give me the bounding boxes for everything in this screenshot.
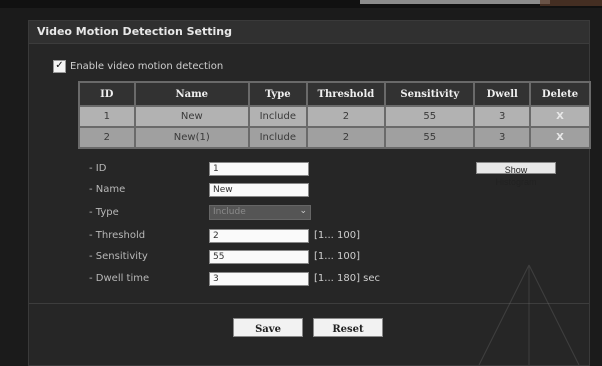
column-header-type: Type <box>247 81 308 107</box>
threshold-field[interactable]: 2 <box>209 229 309 243</box>
id-label: - ID <box>89 163 107 174</box>
show-histogram-button[interactable]: Show Histogram <box>476 162 556 187</box>
name-field[interactable]: New <box>209 183 309 197</box>
threshold-label: - Threshold <box>89 230 146 241</box>
cell-dwell[interactable]: 3 <box>473 105 532 128</box>
type-select[interactable]: Include ⌄ <box>209 205 311 220</box>
cell-id[interactable]: 1 <box>78 105 136 128</box>
table-header-row: ID Name Type Threshold Sensitivity Dwell… <box>78 81 591 107</box>
threshold-range-hint: [1... 100] <box>314 230 360 241</box>
cell-threshold[interactable]: 2 <box>305 105 387 128</box>
cell-id[interactable]: 2 <box>78 126 136 149</box>
cell-sensitivity[interactable]: 55 <box>384 105 476 128</box>
save-button[interactable]: Save <box>233 318 303 337</box>
cell-name[interactable]: New(1) <box>133 126 250 149</box>
preview-edge-right <box>540 0 602 6</box>
dwell-time-range-hint: [1... 180] sec <box>314 273 381 284</box>
cell-sensitivity[interactable]: 55 <box>384 126 476 149</box>
cell-type[interactable]: Include <box>247 105 308 128</box>
preview-edge <box>360 0 550 4</box>
motion-zones-table: ID Name Type Threshold Sensitivity Dwell… <box>78 81 591 149</box>
id-field[interactable]: 1 <box>209 162 309 176</box>
cell-dwell[interactable]: 3 <box>473 126 532 149</box>
enable-motion-detection-label: Enable video motion detection <box>70 60 224 72</box>
background-decoration <box>478 264 580 365</box>
type-label: - Type <box>89 207 119 218</box>
column-header-sensitivity: Sensitivity <box>384 81 476 107</box>
panel-title: Video Motion Detection Setting <box>37 25 233 38</box>
cell-name[interactable]: New <box>133 105 250 128</box>
cell-threshold[interactable]: 2 <box>305 126 387 149</box>
video-preview-strip <box>0 0 602 8</box>
sensitivity-label: - Sensitivity <box>89 251 148 262</box>
chevron-down-icon: ⌄ <box>299 206 307 216</box>
dwell-time-label: - Dwell time <box>89 273 150 284</box>
column-header-name: Name <box>133 81 250 107</box>
column-header-threshold: Threshold <box>305 81 387 107</box>
column-header-delete: Delete <box>529 81 591 107</box>
table-row[interactable]: 2 New(1) Include 2 55 3 X <box>78 126 591 149</box>
motion-detection-panel: Video Motion Detection Setting ✓ Enable … <box>28 20 591 366</box>
sensitivity-field[interactable]: 55 <box>209 250 309 264</box>
sensitivity-range-hint: [1... 100] <box>314 251 360 262</box>
table-row[interactable]: 1 New Include 2 55 3 X <box>78 105 591 128</box>
column-header-id: ID <box>78 81 136 107</box>
column-header-dwell: Dwell <box>473 81 532 107</box>
enable-motion-detection-row[interactable]: ✓ Enable video motion detection <box>53 59 223 73</box>
dwell-time-field[interactable]: 3 <box>209 272 309 286</box>
name-label: - Name <box>89 184 126 195</box>
checkmark-icon: ✓ <box>55 60 64 71</box>
delete-row-button[interactable]: X <box>529 126 591 149</box>
enable-motion-detection-checkbox[interactable]: ✓ <box>53 59 66 73</box>
type-select-value: Include <box>213 207 246 217</box>
delete-row-button[interactable]: X <box>529 105 591 128</box>
reset-button[interactable]: Reset <box>313 318 383 337</box>
panel-header: Video Motion Detection Setting <box>29 21 589 44</box>
cell-type[interactable]: Include <box>247 126 308 149</box>
